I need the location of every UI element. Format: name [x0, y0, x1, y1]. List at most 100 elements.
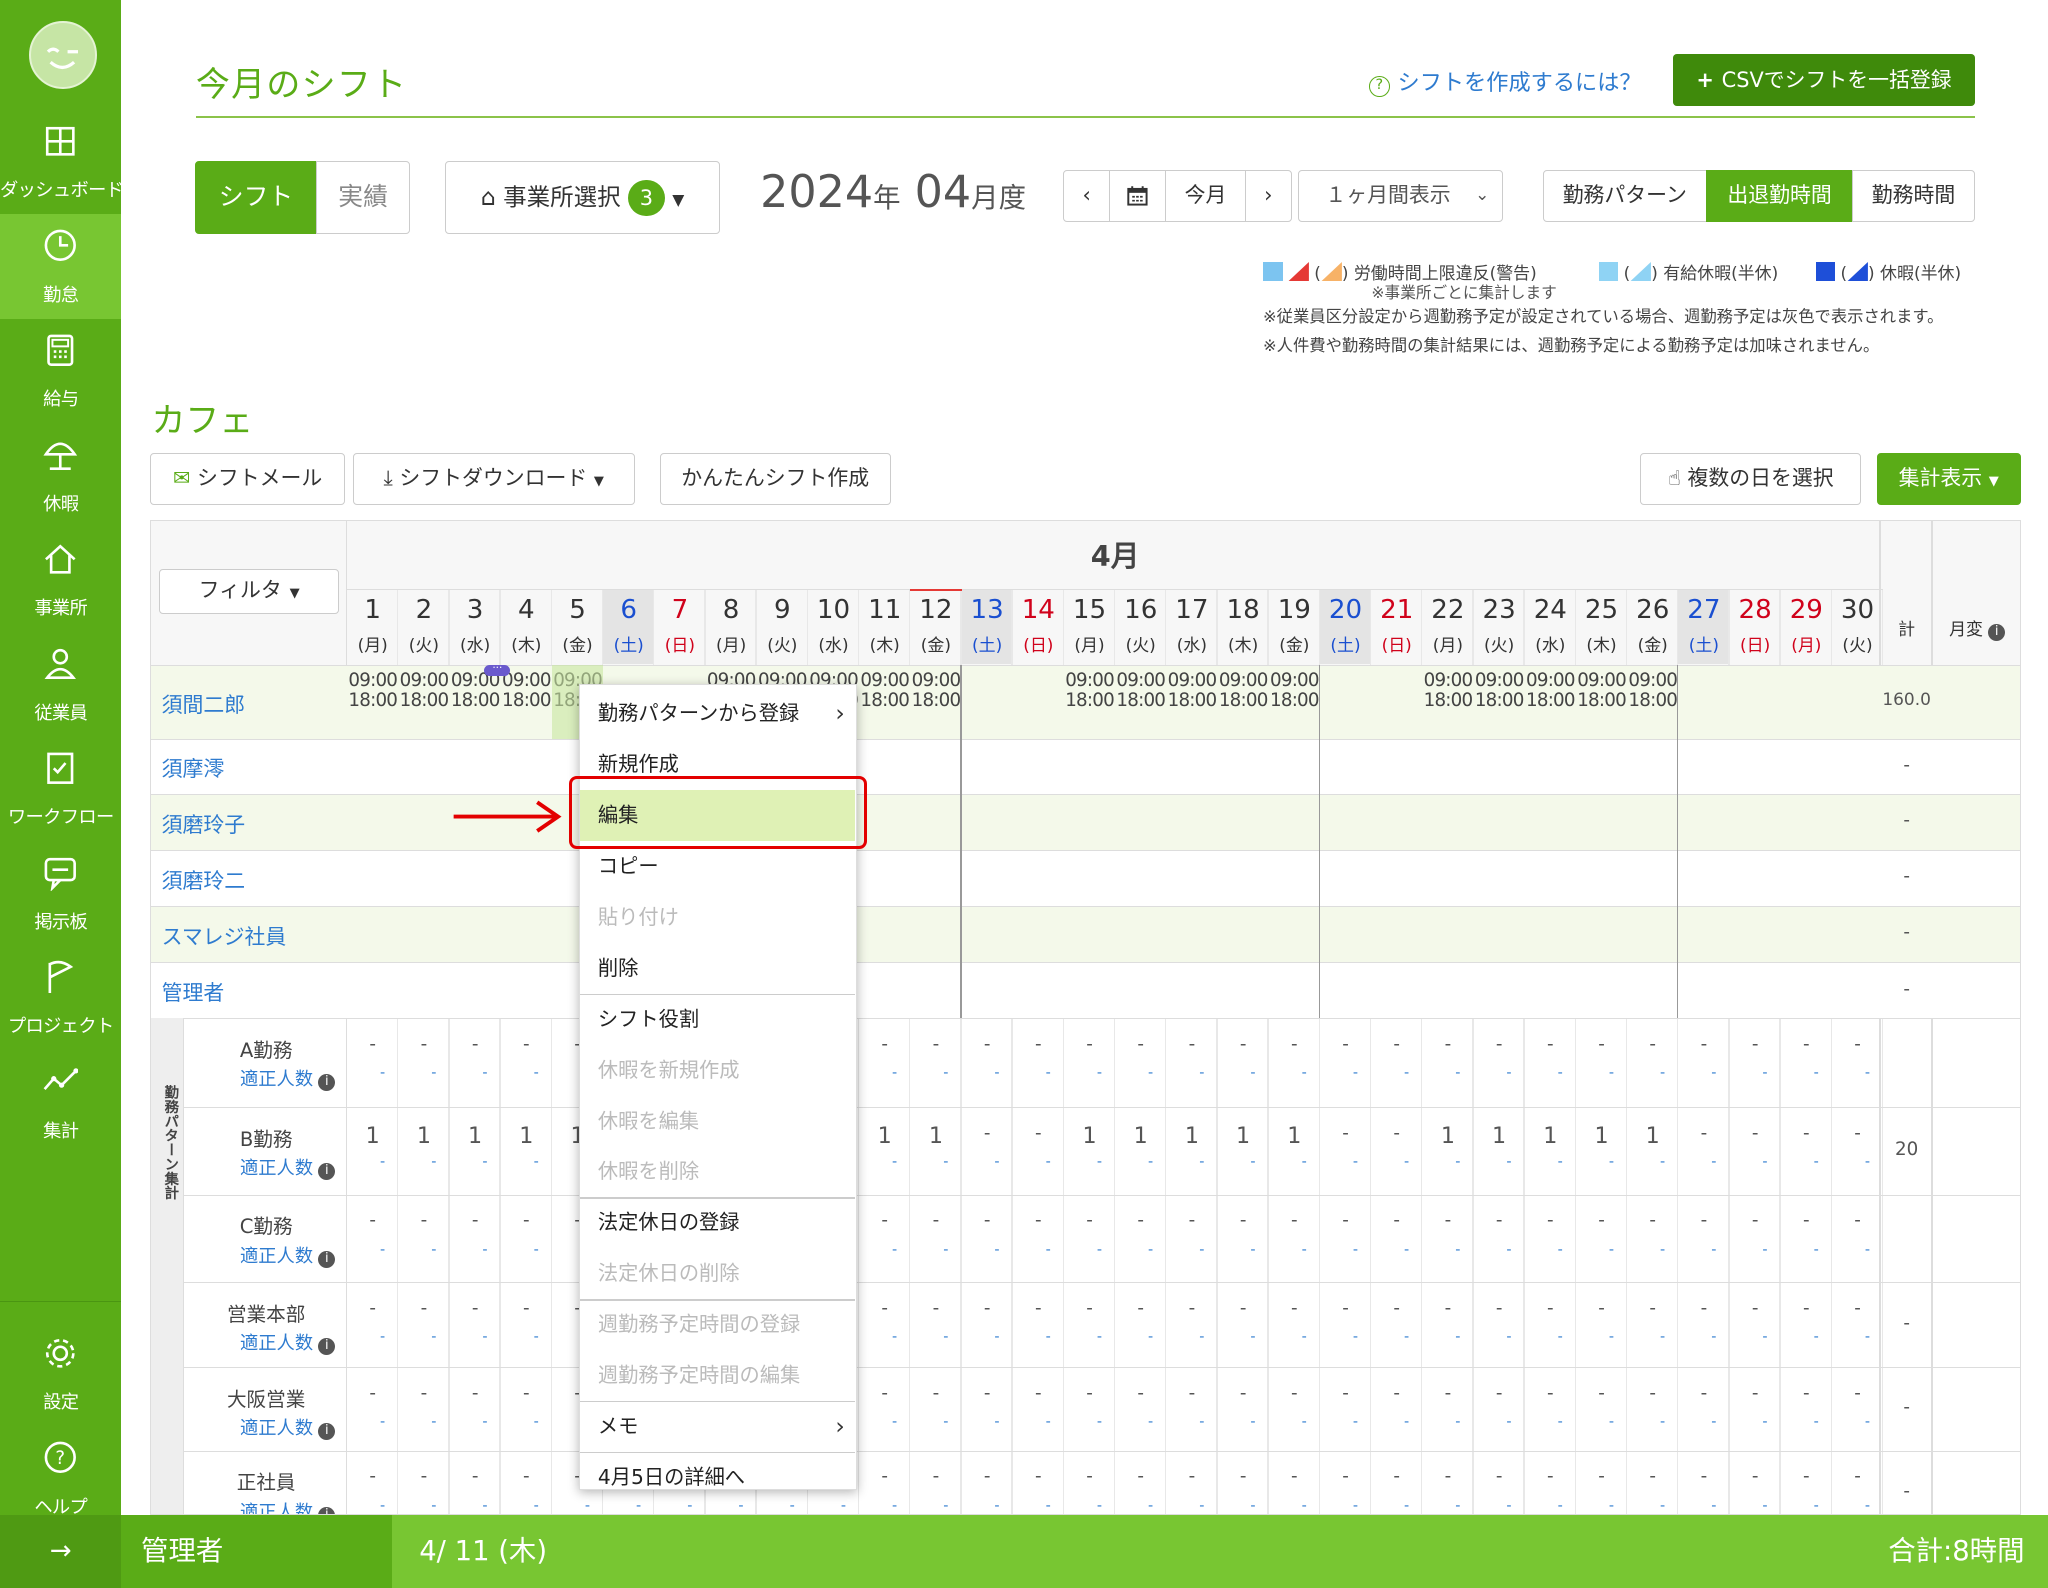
required-count: -: [1557, 1414, 1563, 1431]
shift-cell[interactable]: 09:0018:00: [400, 671, 450, 710]
pattern-count: -: [1495, 1210, 1503, 1232]
sidebar-item-8[interactable]: プロジェクト: [0, 946, 121, 1050]
multi-select-button[interactable]: ☝ 複数の日を選択: [1640, 453, 1862, 506]
employee-total: -: [1903, 978, 1910, 1000]
pattern-sub: 適正人数 i: [240, 1242, 336, 1268]
tab-shift[interactable]: シフト: [194, 160, 318, 234]
pattern-count: 1: [877, 1122, 892, 1149]
sidebar-item-6[interactable]: ワークフロー: [0, 737, 121, 841]
shift-cell[interactable]: 09:0018:00: [1577, 671, 1627, 710]
help-link[interactable]: ? シフトを作成するには？: [1368, 65, 1642, 97]
logo[interactable]: [28, 20, 97, 89]
pattern-sub-label: 適正人数: [240, 1418, 314, 1440]
shift-start: 09:00: [1218, 670, 1269, 692]
csv-import-button[interactable]: + CSVでシフトを一括登録: [1673, 53, 1975, 106]
sidebar-expand-button[interactable]: →: [0, 1515, 122, 1588]
summary-button[interactable]: 集計表示 ▼: [1876, 453, 2021, 506]
day-weekday: (土): [1688, 635, 1720, 656]
day-number: 3: [466, 595, 484, 626]
pattern-count: -: [1495, 1466, 1503, 1488]
day-number: 4: [518, 595, 535, 626]
shift-cell[interactable]: 09:0018:00: [912, 671, 962, 710]
view-hours-button[interactable]: 勤務時間: [1852, 169, 1975, 223]
tab-actual[interactable]: 実績: [316, 160, 411, 234]
employee-name[interactable]: 須摩澪: [162, 753, 225, 783]
pattern-count: -: [1854, 1297, 1861, 1319]
pattern-count: -: [983, 1122, 991, 1144]
sidebar-item-9[interactable]: 集計: [0, 1050, 121, 1154]
easy-create-button[interactable]: かんたんシフト作成: [659, 453, 891, 506]
required-count: -: [1813, 1497, 1819, 1514]
day-weekday: (月): [357, 635, 388, 656]
shift-cell[interactable]: 09:0018:00: [1475, 671, 1525, 710]
sidebar-item-3[interactable]: 休暇: [0, 423, 121, 527]
this-month-button[interactable]: 今月: [1165, 169, 1247, 223]
office-select-dropdown[interactable]: ⌂ 事業所選択 3 ▼: [445, 160, 720, 234]
star-icon: [1263, 261, 1283, 282]
sidebar-item-0[interactable]: ダッシュボード: [0, 110, 124, 214]
context-menu-item[interactable]: 勤務パターンから登録 ›: [580, 688, 856, 739]
view-pattern-button[interactable]: 勤務パターン: [1542, 169, 1708, 223]
view-inout-button[interactable]: 出退勤時間: [1705, 169, 1854, 223]
pattern-count: -: [1444, 1297, 1452, 1319]
orange-triangle-icon: [1320, 261, 1342, 282]
pattern-row: [183, 1194, 2020, 1283]
shift-cell[interactable]: 09:0018:00: [1628, 671, 1678, 710]
pattern-count: -: [932, 1382, 940, 1404]
shift-cell[interactable]: 09:0018:00: [1116, 671, 1166, 710]
pattern-count: -: [932, 1210, 940, 1232]
sidebar-item-5[interactable]: 従業員: [0, 632, 121, 736]
sidebar-item-1[interactable]: 勤怠: [0, 214, 122, 319]
shift-cell[interactable]: 09:0018:00: [1218, 670, 1269, 710]
calendar-button[interactable]: [1108, 169, 1167, 223]
employee-name[interactable]: 須間二郎: [162, 689, 246, 719]
next-month-button[interactable]: ›: [1244, 169, 1292, 223]
shift-cell[interactable]: 09:0018:00: [1168, 671, 1218, 710]
shift-cell[interactable]: 09:0018:00: [860, 671, 910, 710]
shift-cell[interactable]: 09:0018:00: [451, 671, 501, 710]
shift-download-button[interactable]: ⤓ シフトダウンロード ▼: [352, 453, 635, 506]
pattern-count: -: [932, 1297, 940, 1319]
context-menu-item[interactable]: 4月5日の詳細へ: [580, 1452, 856, 1503]
context-menu-item[interactable]: 法定休日の登録: [580, 1197, 856, 1248]
shift-cell[interactable]: 09:0018:00: [502, 671, 552, 710]
shift-mail-button[interactable]: ✉ シフトメール: [150, 453, 345, 506]
sidebar-item-4[interactable]: 事業所: [0, 528, 121, 632]
required-count: -: [1813, 1241, 1819, 1258]
pattern-count: -: [1239, 1210, 1247, 1232]
employee-name[interactable]: スマレジ社員: [162, 921, 287, 951]
sidebar-label: 掲示板: [34, 911, 88, 933]
employee-name[interactable]: 管理者: [162, 977, 225, 1007]
shift-cell[interactable]: 09:0018:00: [1424, 671, 1474, 710]
pattern-count: -: [1239, 1382, 1247, 1404]
required-count: -: [1864, 1497, 1871, 1514]
employee-name[interactable]: 須磨玲二: [162, 865, 246, 895]
pattern-count: -: [1291, 1382, 1298, 1404]
prev-month-button[interactable]: ‹: [1063, 169, 1111, 223]
shift-table: 4月 フィルタ ▼ 計月変 i 1 (月) 2 (火) 3 (水) 4 (木) 5 (金) 6 (土) 7 (日) 8…: [150, 519, 2021, 1516]
pattern-total: -: [1903, 1397, 1910, 1419]
context-menu-label: 週勤務予定時間の登録: [597, 1312, 801, 1337]
shift-cell[interactable]: 09:0018:00: [1065, 671, 1115, 710]
required-count: -: [994, 1154, 1000, 1171]
pattern-name: 営業本部: [226, 1302, 306, 1326]
pattern-count: 1: [468, 1122, 483, 1149]
filter-button[interactable]: フィルタ ▼: [159, 569, 340, 614]
context-menu-item[interactable]: メモ ›: [580, 1401, 856, 1452]
shift-cell[interactable]: 09:0018:00: [1526, 671, 1576, 710]
required-count: -: [943, 1241, 949, 1258]
pattern-total: -: [1903, 1312, 1910, 1334]
pattern-count: -: [1649, 1382, 1656, 1404]
period-select[interactable]: １ヶ月間表示 ⌄: [1298, 169, 1504, 223]
shift-cell[interactable]: 09:0018:00: [1270, 671, 1320, 710]
required-count: -: [1301, 1414, 1307, 1431]
sidebar-item-settings[interactable]: 設定: [0, 1322, 121, 1426]
sidebar-item-7[interactable]: 掲示板: [0, 841, 121, 945]
legend-paren: (: [1623, 263, 1631, 284]
employee-name[interactable]: 須磨玲子: [162, 809, 246, 839]
sidebar-label: 給与: [43, 389, 79, 411]
shift-cell[interactable]: 09:0018:00: [348, 671, 398, 710]
context-menu-item[interactable]: 削除: [580, 943, 856, 994]
context-menu-item[interactable]: シフト役割: [580, 994, 856, 1045]
sidebar-item-2[interactable]: 給与: [0, 319, 121, 423]
